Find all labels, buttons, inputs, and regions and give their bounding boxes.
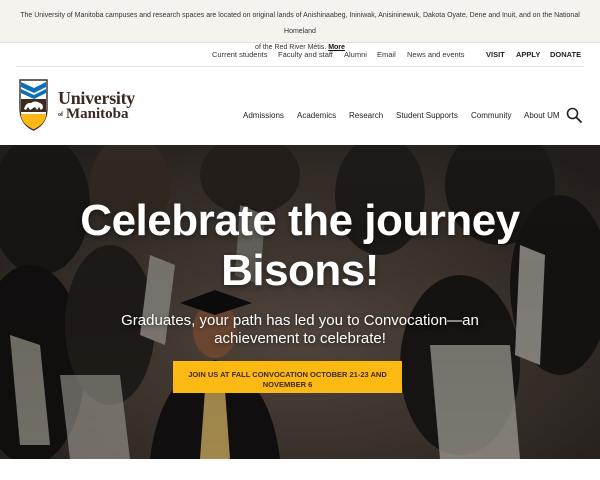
hero-title: Celebrate the journey Bisons! xyxy=(80,196,520,295)
hero-banner xyxy=(0,145,600,459)
visit-link[interactable]: VISIT xyxy=(486,50,505,59)
logo-word-of: of xyxy=(58,112,63,118)
current-students-link[interactable]: Current students xyxy=(212,50,267,59)
nav-community[interactable]: Community xyxy=(471,111,511,120)
faculty-staff-link[interactable]: Faculty and staff xyxy=(278,50,333,59)
nav-academics[interactable]: Academics xyxy=(297,111,336,120)
email-link[interactable]: Email xyxy=(377,50,396,59)
hero-overlay xyxy=(0,145,600,459)
utility-divider xyxy=(16,66,584,67)
page-bottom-strip xyxy=(0,459,600,480)
nav-research[interactable]: Research xyxy=(349,111,383,120)
nav-about[interactable]: About UM xyxy=(524,111,560,120)
nav-student-supports[interactable]: Student Supports xyxy=(396,111,458,120)
donate-link[interactable]: DONATE xyxy=(550,50,581,59)
logo-word-manitoba: Manitoba xyxy=(66,106,129,122)
nav-admissions[interactable]: Admissions xyxy=(243,111,284,120)
news-events-link[interactable]: News and events xyxy=(407,50,465,59)
search-icon[interactable] xyxy=(566,107,582,123)
land-acknowledgement-banner: The University of Manitoba campuses and … xyxy=(0,0,600,51)
alumni-link[interactable]: Alumni xyxy=(344,50,367,59)
utility-nav: Current students Faculty and staff Alumn… xyxy=(0,44,600,66)
bison-crest-icon xyxy=(19,79,48,131)
university-logo[interactable]: University of Manitoba xyxy=(18,78,140,132)
fall-convocation-cta-button[interactable]: JOIN US AT FALL CONVOCATION OCTOBER 21-2… xyxy=(173,361,402,393)
hero-subtitle: Graduates, your path has led you to Conv… xyxy=(121,312,479,347)
apply-link[interactable]: APPLY xyxy=(516,50,540,59)
